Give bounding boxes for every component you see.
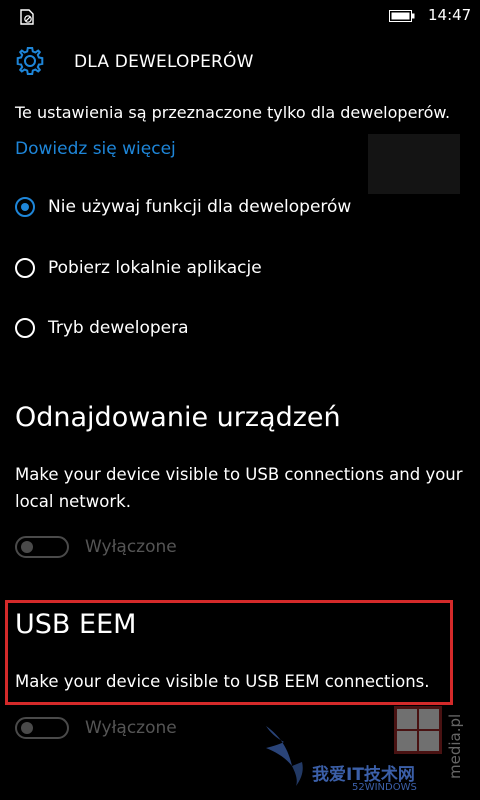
logo-pane [419, 709, 439, 729]
toggle-state-label: Wyłączone [85, 718, 177, 738]
watermark-subtext: 52WINDOWS [352, 782, 417, 793]
device-discovery-toggle-row[interactable]: Wyłączone [15, 533, 177, 561]
usb-eem-toggle[interactable] [15, 717, 69, 739]
radio-option-disable-dev-features[interactable]: Nie używaj funkcji dla deweloperów [15, 193, 351, 221]
logo-pane [397, 709, 417, 729]
device-discovery-description: Make your device visible to USB connecti… [15, 465, 463, 511]
status-bar: 14:47 [0, 0, 480, 32]
logo-pane [419, 731, 439, 751]
gear-icon [16, 47, 44, 75]
no-sim-icon [20, 9, 34, 25]
obscured-area [368, 134, 460, 194]
radio-button[interactable] [15, 258, 35, 278]
usb-eem-description: Make your device visible to USB EEM conn… [15, 672, 430, 691]
toggle-knob [21, 722, 33, 734]
status-time: 14:47 [428, 6, 472, 24]
watermark-windows-logo [394, 706, 442, 754]
device-discovery-toggle[interactable] [15, 536, 69, 558]
radio-dot [21, 203, 29, 211]
device-discovery-title: Odnajdowanie urządzeń [15, 402, 341, 433]
radio-label: Pobierz lokalnie aplikacje [48, 258, 262, 278]
radio-label: Nie używaj funkcji dla deweloperów [48, 197, 352, 217]
radio-option-sideload-apps[interactable]: Pobierz lokalnie aplikacje [15, 254, 262, 282]
page-title: DLA DEWELOPERÓW [74, 52, 254, 72]
radio-label: Tryb dewelopera [48, 318, 189, 338]
battery-icon [389, 10, 415, 22]
logo-pane [397, 731, 417, 751]
watermark-side-text: media.pl [446, 713, 464, 779]
radio-option-developer-mode[interactable]: Tryb dewelopera [15, 314, 189, 342]
intro-text: Te ustawienia są przeznaczone tylko dla … [15, 103, 451, 122]
usb-eem-title: USB EEM [15, 609, 137, 640]
page-header: DLA DEWELOPERÓW [0, 40, 480, 86]
radio-button-checked[interactable] [15, 197, 35, 217]
toggle-knob [21, 541, 33, 553]
learn-more-link[interactable]: Dowiedz się więcej [15, 139, 176, 159]
usb-eem-toggle-row[interactable]: Wyłączone [15, 714, 177, 742]
radio-button[interactable] [15, 318, 35, 338]
toggle-state-label: Wyłączone [85, 537, 177, 557]
